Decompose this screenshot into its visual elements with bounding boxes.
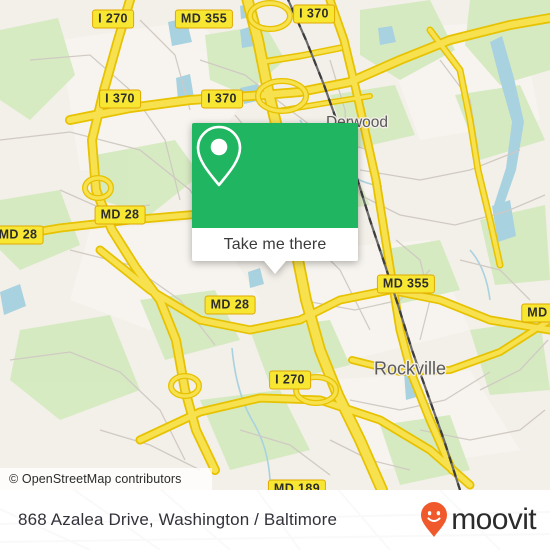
map-pin-icon — [196, 125, 242, 187]
highway-shield: I 270 — [92, 9, 134, 29]
highway-shield: MD 355 — [174, 9, 234, 29]
highway-shield: I 370 — [201, 89, 243, 109]
page-footer: 868 Azalea Drive, Washington / Baltimore… — [0, 490, 550, 550]
highway-shield: MD 28 — [204, 295, 256, 315]
destination-popup[interactable]: Take me there — [192, 123, 358, 274]
highway-shield: MD 355 — [376, 274, 436, 294]
map-attribution[interactable]: © OpenStreetMap contributors — [0, 468, 212, 490]
highway-shield: MD 28 — [0, 225, 44, 245]
map-canvas[interactable]: I 270 MD 355 I 370 I 370 I 370 MD 28 MD … — [0, 0, 550, 490]
moovit-smiley-pin-icon — [421, 502, 448, 537]
moovit-wordmark: moovit — [451, 503, 536, 536]
location-title: 868 Azalea Drive, Washington / Baltimore — [18, 510, 338, 529]
highway-shield: I 370 — [293, 4, 335, 24]
popup-tail — [264, 261, 286, 274]
popup-header — [192, 123, 358, 228]
highway-shield: MD 189 — [267, 479, 327, 490]
highway-shield: MD 28 — [94, 205, 146, 225]
highway-shield: I 370 — [99, 89, 141, 109]
place-label-rockville: Rockville — [373, 358, 447, 379]
highway-shield: MD 1 — [521, 303, 550, 323]
moovit-map-screen: I 270 MD 355 I 370 I 370 I 370 MD 28 MD … — [0, 0, 550, 550]
moovit-logo[interactable]: moovit — [419, 501, 537, 539]
highway-shield: I 270 — [269, 370, 311, 390]
take-me-there-button[interactable]: Take me there — [192, 228, 358, 261]
